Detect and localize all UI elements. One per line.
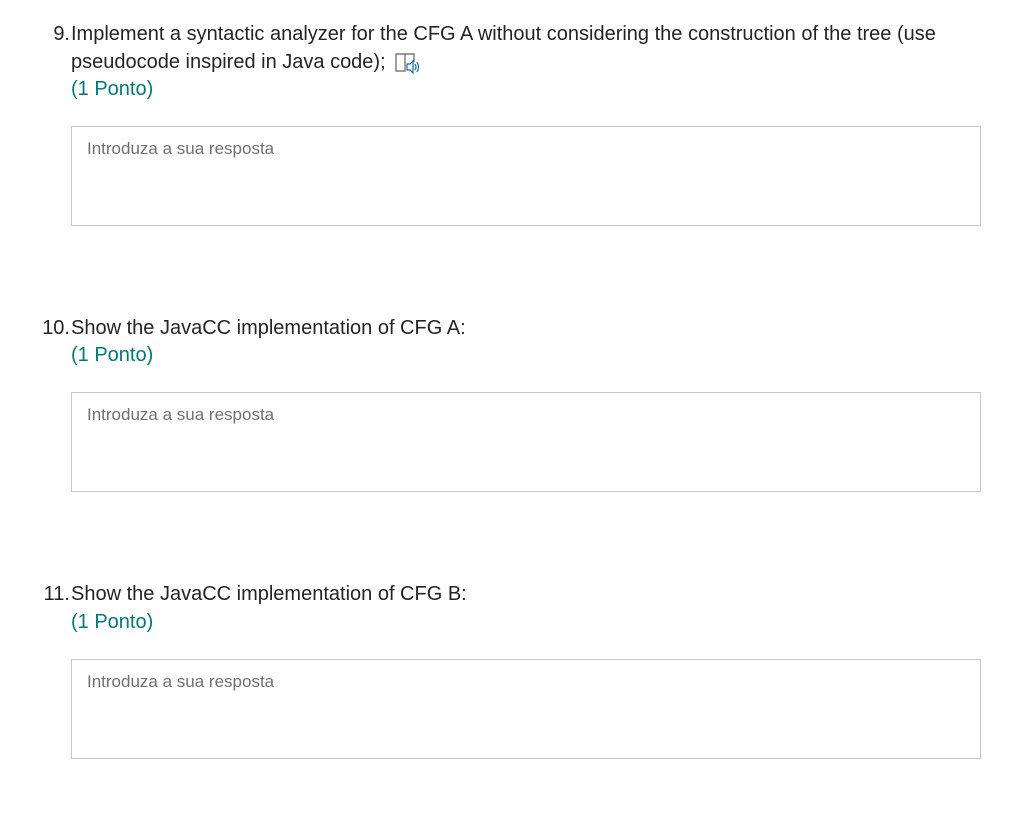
answer-input[interactable] <box>72 393 980 491</box>
question-points: (1 Ponto) <box>71 611 154 633</box>
answer-input[interactable] <box>72 127 980 225</box>
question-number: 11. <box>43 583 70 605</box>
question-points: (1 Ponto) <box>71 344 154 366</box>
question-points: (1 Ponto) <box>71 78 154 100</box>
answer-box[interactable] <box>71 659 981 759</box>
question-title: Show the JavaCC implementation of CFG B: <box>71 583 467 605</box>
question-title: Implement a syntactic analyzer for the C… <box>71 20 971 76</box>
immersive-reader-icon[interactable] <box>394 51 422 75</box>
question-number: 10. <box>42 317 70 339</box>
answer-input[interactable] <box>72 660 980 758</box>
question-number: 9. <box>53 23 70 45</box>
question-title: Show the JavaCC implementation of CFG A: <box>71 317 466 339</box>
answer-box[interactable] <box>71 392 981 492</box>
answer-box[interactable] <box>71 126 981 226</box>
question-title-text: Implement a syntactic analyzer for the C… <box>71 23 936 73</box>
